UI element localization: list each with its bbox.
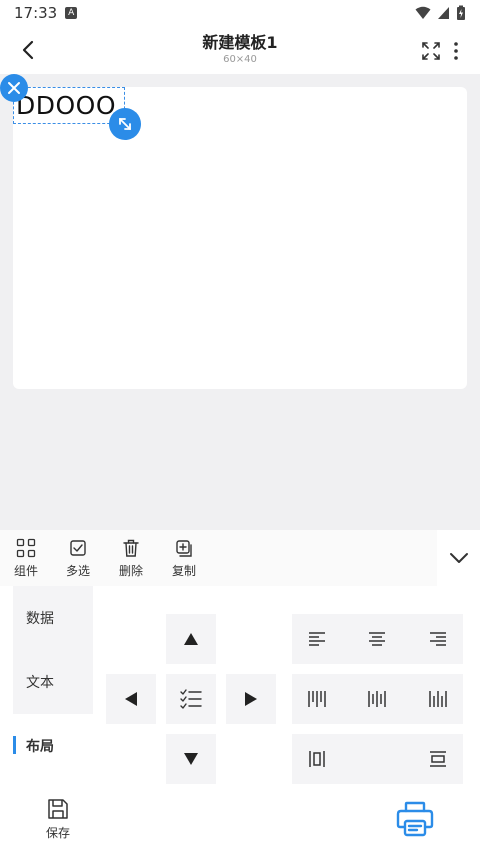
components-button[interactable]: 组件 <box>6 538 46 582</box>
printer-icon <box>396 801 434 837</box>
arrow-down-icon <box>184 753 198 765</box>
trash-icon <box>123 539 139 557</box>
checklist-icon <box>180 689 202 709</box>
copy-icon <box>176 540 192 557</box>
side-nav-item-text[interactable]: 文本 <box>13 662 93 702</box>
page-title: 新建模板1 <box>202 33 278 52</box>
move-up-button[interactable] <box>166 614 216 664</box>
print-button[interactable] <box>394 798 436 840</box>
more-button[interactable] <box>446 38 466 64</box>
toolbar: 组件 多选 删除 复制 <box>0 530 480 586</box>
distribute-row <box>292 734 463 784</box>
fullscreen-icon <box>422 42 440 60</box>
align-bottom-button[interactable] <box>413 674 463 724</box>
align-center-button[interactable] <box>352 614 402 664</box>
collapse-panel-button[interactable] <box>437 530 480 586</box>
notification-icon: A <box>65 7 78 19</box>
arrow-left-icon <box>125 692 137 706</box>
copy-label: 复制 <box>171 564 196 578</box>
status-icons <box>415 5 466 21</box>
move-left-button[interactable] <box>106 674 156 724</box>
align-left-icon <box>309 632 325 646</box>
resize-icon <box>119 118 131 130</box>
vertical-align-row <box>292 674 463 724</box>
delete-label: 删除 <box>118 564 143 578</box>
center-vertical-button[interactable] <box>413 734 463 784</box>
back-button[interactable] <box>14 36 42 64</box>
move-right-button[interactable] <box>226 674 276 724</box>
center-vertical-icon <box>430 751 446 767</box>
wifi-icon <box>415 6 431 19</box>
status-bar: 17:33 A <box>0 0 480 26</box>
element-delete-button[interactable] <box>0 74 28 102</box>
save-button[interactable]: 保存 <box>38 798 78 846</box>
save-icon <box>48 799 68 819</box>
arrow-up-icon <box>184 633 198 645</box>
copy-button[interactable]: 复制 <box>164 538 204 582</box>
components-icon <box>16 538 36 558</box>
align-middle-button[interactable] <box>352 674 402 724</box>
page-subtitle: 60×40 <box>223 54 257 65</box>
chevron-down-icon <box>449 553 468 563</box>
checkbox-icon <box>70 540 86 556</box>
center-horizontal-button[interactable] <box>292 734 342 784</box>
text-element[interactable]: DDOOO <box>13 87 125 124</box>
align-right-button[interactable] <box>413 614 463 664</box>
more-vert-icon <box>454 42 458 60</box>
status-time: 17:33 <box>14 4 58 22</box>
side-nav-item-layout[interactable]: 布局 <box>13 726 93 766</box>
align-left-button[interactable] <box>292 614 342 664</box>
text-align-row <box>292 614 463 664</box>
label-canvas[interactable] <box>13 87 467 389</box>
bottom-bar: 保存 <box>0 786 480 853</box>
element-resize-handle[interactable] <box>109 108 141 140</box>
align-center-icon <box>369 632 385 646</box>
layout-panel: 数据 文本 布局 <box>0 586 480 786</box>
center-horizontal-icon <box>309 751 325 767</box>
multiselect-button[interactable]: 多选 <box>58 538 98 582</box>
side-nav-item-data[interactable]: 数据 <box>13 598 93 638</box>
signal-icon <box>438 7 449 19</box>
multiselect-label: 多选 <box>65 564 90 578</box>
align-top-icon <box>308 691 326 707</box>
align-middle-icon <box>368 691 386 707</box>
align-right-icon <box>430 632 446 646</box>
move-down-button[interactable] <box>166 734 216 784</box>
fullscreen-button[interactable] <box>418 38 444 64</box>
components-label: 组件 <box>13 564 38 578</box>
align-bottom-icon <box>429 691 447 707</box>
canvas-area: DDOOO <box>0 74 480 530</box>
app-bar: 新建模板1 60×40 <box>0 26 480 74</box>
back-arrow-icon <box>22 40 34 60</box>
select-list-button[interactable] <box>166 674 216 724</box>
close-icon <box>8 82 20 94</box>
battery-icon <box>457 5 465 20</box>
delete-button[interactable]: 删除 <box>111 538 151 582</box>
align-top-button[interactable] <box>292 674 342 724</box>
arrow-right-icon <box>245 692 257 706</box>
save-label: 保存 <box>45 826 70 840</box>
